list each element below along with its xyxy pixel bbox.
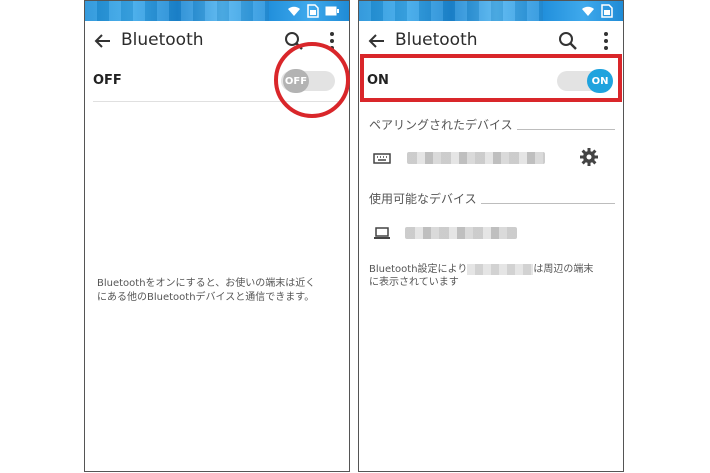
- back-arrow-icon[interactable]: [93, 31, 113, 51]
- available-devices-label: 使用可能なデバイス: [369, 192, 477, 206]
- paired-devices-header: ペアリングされたデバイス: [369, 115, 615, 133]
- switch-label: OFF: [93, 73, 122, 88]
- bluetooth-info-text: Bluetoothをオンにすると、お使いの端末は近く にある他のBluetoot…: [97, 277, 347, 305]
- info-line-1: Bluetooth設定により は周辺の端末: [369, 263, 619, 276]
- available-device-row[interactable]: [359, 218, 623, 248]
- sim-icon: [601, 4, 613, 18]
- visibility-info-text: Bluetooth設定により は周辺の端末 に表示されています: [369, 263, 619, 289]
- status-bar-pixelated: [359, 1, 543, 21]
- info-part-1: Bluetooth設定により: [369, 264, 468, 275]
- status-icons: [287, 3, 339, 19]
- sim-icon: [307, 4, 319, 18]
- paired-device-name-redacted: [407, 152, 545, 164]
- search-icon[interactable]: [557, 30, 579, 52]
- more-vert-icon[interactable]: [601, 30, 611, 52]
- status-bar: [85, 1, 349, 21]
- info-line-1: Bluetoothをオンにすると、お使いの端末は近く: [97, 278, 316, 289]
- status-bar: [359, 1, 623, 21]
- wifi-icon: [582, 6, 594, 16]
- wifi-icon: [288, 6, 300, 16]
- available-device-name-redacted: [405, 227, 517, 239]
- back-arrow-icon[interactable]: [367, 31, 387, 51]
- gear-icon[interactable]: [579, 147, 599, 167]
- page-title: Bluetooth: [121, 30, 204, 50]
- status-bar-pixelated: [85, 1, 269, 21]
- battery-icon: [325, 6, 339, 16]
- section-divider: [480, 203, 615, 204]
- highlight-circle: [274, 42, 350, 118]
- paired-device-row[interactable]: [359, 143, 623, 173]
- info-part-2: は周辺の端末: [533, 264, 594, 275]
- device-name-redacted: [467, 263, 534, 275]
- keyboard-icon: [373, 153, 391, 164]
- info-line-2: に表示されています: [369, 277, 459, 288]
- laptop-icon: [374, 227, 390, 239]
- status-icons: [581, 3, 613, 19]
- available-devices-header: 使用可能なデバイス: [369, 189, 615, 207]
- section-divider: [516, 129, 615, 130]
- page-title: Bluetooth: [395, 30, 478, 50]
- paired-devices-label: ペアリングされたデバイス: [369, 118, 513, 132]
- highlight-rectangle: [360, 54, 622, 102]
- info-line-2: にある他のBluetoothデバイスと通信できます。: [97, 292, 315, 303]
